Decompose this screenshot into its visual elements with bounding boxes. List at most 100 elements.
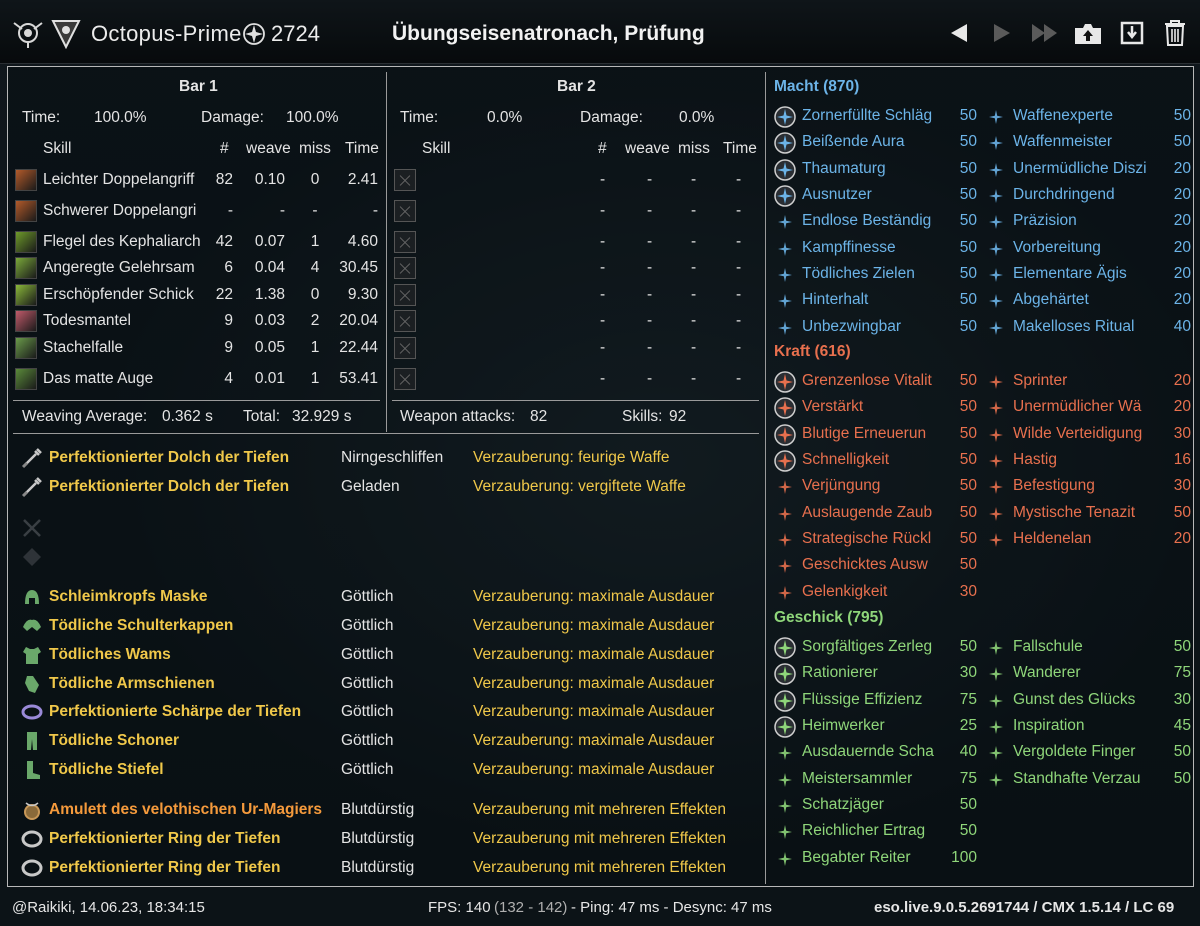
gear-item-name[interactable]: Perfektionierter Dolch der Tiefen xyxy=(49,478,289,496)
cp-star-value: 50 xyxy=(959,186,977,203)
gear-item-name[interactable]: Perfektionierter Ring der Tiefen xyxy=(49,830,280,848)
next-button[interactable] xyxy=(987,18,1017,48)
chest-icon xyxy=(23,647,41,664)
star-icon xyxy=(989,480,1003,494)
cp-star-value: 50 xyxy=(959,477,977,494)
cp-divider xyxy=(765,72,766,884)
cp-star-value: 50 xyxy=(959,504,977,521)
gear-item-name[interactable]: Perfektionierter Dolch der Tiefen xyxy=(49,449,289,467)
champion-points-icon xyxy=(243,23,265,45)
shoulder-icon xyxy=(23,619,41,631)
fps-range: (132 - 142) xyxy=(494,899,568,916)
skill-count: 6 xyxy=(224,259,233,276)
weaving-average-label: Weaving Average: xyxy=(22,408,148,425)
cp-star-name: Begabter Reiter xyxy=(802,849,911,866)
bar1-time-value: 100.0% xyxy=(94,109,147,126)
arrow-left-icon xyxy=(951,24,967,42)
star-icon xyxy=(778,480,792,494)
cp-star-name: Schnelligkeit xyxy=(802,451,890,468)
cp-star-value: 20 xyxy=(1173,212,1191,229)
previous-button[interactable] xyxy=(944,18,974,48)
skill-time: 9.30 xyxy=(347,286,378,303)
star-icon xyxy=(778,242,792,256)
skill-weave: 1.38 xyxy=(254,286,285,303)
skill-count: 42 xyxy=(215,233,233,250)
gear-item-name[interactable]: Perfektionierter Ring der Tiefen xyxy=(49,859,280,877)
legs-icon xyxy=(27,732,37,750)
cp-star-value: 50 xyxy=(1173,107,1191,124)
last-button[interactable] xyxy=(1030,18,1060,48)
empty-skill-slot-icon xyxy=(394,200,416,222)
total-label: Total: xyxy=(243,408,281,425)
bar2-time-value: 0.0% xyxy=(487,109,523,126)
gear-item-name[interactable]: Tödliche Schulterkappen xyxy=(49,617,233,635)
empty-skill-slot-icon xyxy=(394,284,416,306)
skill-icon xyxy=(15,231,37,253)
cp-star-name: Strategische Rückl xyxy=(802,530,932,547)
gear-trait: Göttlich xyxy=(341,617,394,634)
arrow-right-icon xyxy=(994,24,1010,42)
skill-count: - xyxy=(600,286,606,303)
skill-miss: 0 xyxy=(310,171,320,188)
star-icon xyxy=(778,559,792,573)
ping-desync: - Ping: 47 ms - Desync: 47 ms xyxy=(571,899,772,916)
star-icon xyxy=(778,586,792,600)
cp-star-value: 40 xyxy=(1173,318,1191,335)
empty-skill-slot-icon xyxy=(394,310,416,332)
cp-star-value: 50 xyxy=(959,796,977,813)
slotted-star-icon xyxy=(774,690,796,712)
cp-star-value: 30 xyxy=(1173,425,1191,442)
skill-name: Stachelfalle xyxy=(43,339,124,356)
gear-item-name[interactable]: Schleimkropfs Maske xyxy=(49,588,208,606)
belt-icon xyxy=(21,704,43,720)
skill-weave: - xyxy=(647,233,653,250)
gear-item-name[interactable]: Tödliche Stiefel xyxy=(49,761,164,779)
skill-icon xyxy=(15,368,37,390)
cp-star-value: 30 xyxy=(1173,691,1191,708)
cp-star-name: Waffenexperte xyxy=(1013,107,1113,124)
skill-icon xyxy=(15,257,37,279)
gear-enchantment: Verzauberung mit mehreren Effekten xyxy=(473,801,727,818)
cp-star-value: 50 xyxy=(959,265,977,282)
cp-star-value: 20 xyxy=(1173,239,1191,256)
star-icon xyxy=(989,189,1003,203)
cp-star-name: Sorgfältiges Zerleg xyxy=(802,638,933,655)
slotted-star-icon xyxy=(774,185,796,207)
cp-star-name: Waffenmeister xyxy=(1013,133,1113,150)
gear-trait: Göttlich xyxy=(341,646,394,663)
skill-miss: 1 xyxy=(310,233,320,250)
delete-button[interactable] xyxy=(1160,18,1190,48)
skill-time: - xyxy=(372,202,378,219)
gear-item-name[interactable]: Amulett des velothischen Ur-Magiers xyxy=(49,801,322,819)
skill-count: 4 xyxy=(224,370,233,387)
slotted-star-icon xyxy=(774,371,796,393)
cp-star-value: 30 xyxy=(959,583,977,600)
cp-star-name: Gunst des Glücks xyxy=(1013,691,1136,708)
total-value: 32.929 s xyxy=(292,408,352,425)
bar1-col-count: # xyxy=(220,140,229,157)
skill-miss: - xyxy=(691,286,697,303)
gear-item-name[interactable]: Tödliches Wams xyxy=(49,646,171,664)
skills-label: Skills: xyxy=(622,408,663,425)
skill-icon xyxy=(15,310,37,332)
save-button[interactable] xyxy=(1117,18,1147,48)
cp-star-value: 50 xyxy=(959,530,977,547)
cp-star-name: Mystische Tenazit xyxy=(1013,504,1136,521)
empty-skill-slot-icon xyxy=(394,257,416,279)
gear-item-name[interactable]: Perfektionierte Schärpe der Tiefen xyxy=(49,703,301,721)
bar2-title: Bar 2 xyxy=(557,78,596,95)
upload-button[interactable] xyxy=(1073,18,1103,48)
skill-count: - xyxy=(600,202,606,219)
bar1-col-weave: weave xyxy=(246,140,291,157)
star-icon xyxy=(989,321,1003,335)
skill-time: - xyxy=(736,312,742,329)
cp-star-name: Vorbereitung xyxy=(1013,239,1101,256)
star-icon xyxy=(778,825,792,839)
ring-icon xyxy=(21,859,43,877)
gear-enchantment: Verzauberung: maximale Ausdauer xyxy=(473,675,715,692)
skill-weave: - xyxy=(647,259,653,276)
gear-item-name[interactable]: Tödliche Schoner xyxy=(49,732,179,750)
gear-top-line xyxy=(13,433,759,434)
gear-item-name[interactable]: Tödliche Armschienen xyxy=(49,675,215,693)
cp-star-name: Heldenelan xyxy=(1013,530,1092,547)
